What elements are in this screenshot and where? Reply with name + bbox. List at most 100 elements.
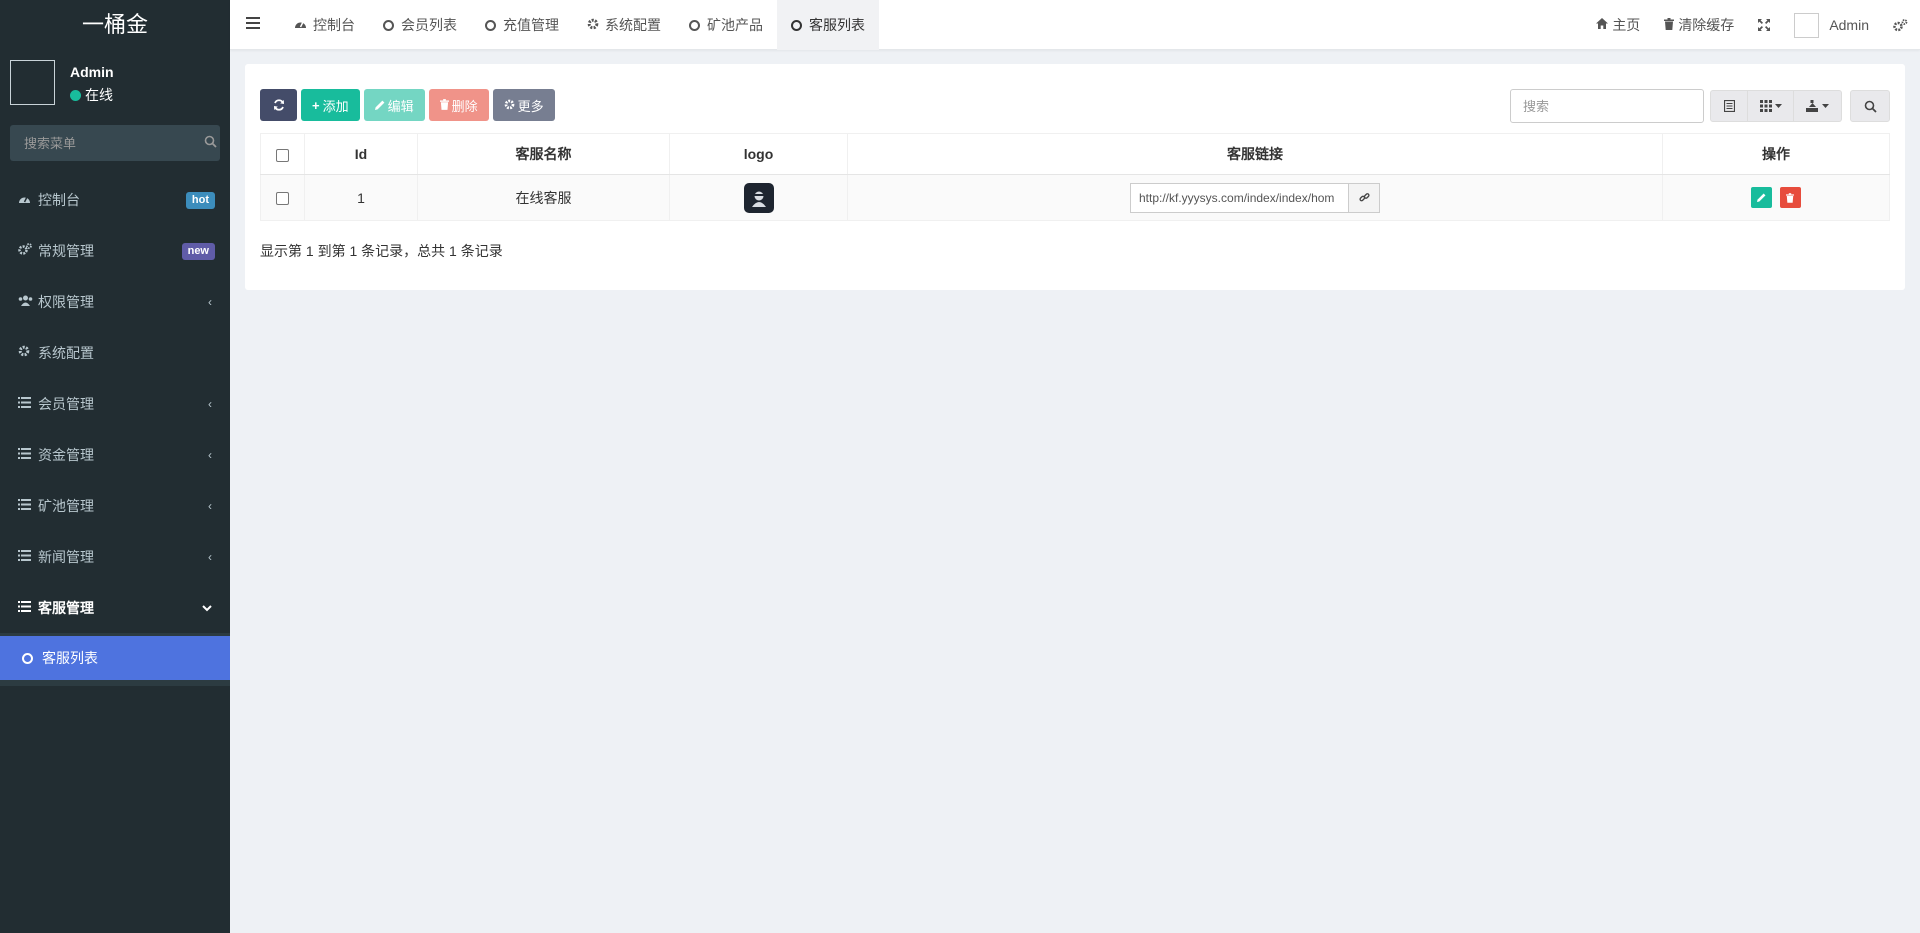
- circle-icon: [383, 19, 394, 31]
- menu-toggle-icon[interactable]: [246, 17, 260, 31]
- avatar: [1794, 12, 1820, 38]
- tab-service-list[interactable]: 客服列表: [777, 0, 879, 50]
- chevron-left-icon: ‹: [208, 549, 212, 564]
- user-status-label: 在线: [85, 87, 113, 103]
- columns-button[interactable]: [1748, 90, 1794, 122]
- select-all-checkbox[interactable]: [276, 148, 289, 162]
- user-status: 在线: [70, 85, 113, 105]
- refresh-icon: [273, 99, 284, 111]
- card-view-icon: [1723, 100, 1735, 112]
- advanced-search-button[interactable]: [1850, 90, 1890, 122]
- dashboard-icon: [294, 18, 307, 32]
- sidebar-item-permissions[interactable]: 权限管理 ‹: [0, 276, 230, 327]
- service-link-field[interactable]: [1130, 182, 1348, 213]
- sidebar-item-members[interactable]: 会员管理 ‹: [0, 378, 230, 429]
- admin-menu[interactable]: Admin: [1782, 0, 1881, 50]
- trash-icon: [1786, 192, 1795, 203]
- open-link-button[interactable]: [1348, 182, 1380, 213]
- nav-tabs: 控制台 会员列表 充值管理 系统配置 矿池产品 客服列表: [280, 0, 879, 50]
- gear-icon: [18, 345, 38, 360]
- col-header-name[interactable]: 客服名称: [417, 133, 670, 175]
- gear-icon: [504, 98, 515, 113]
- list-icon: [18, 447, 38, 462]
- clear-cache-button[interactable]: 清除缓存: [1652, 0, 1746, 50]
- plus-icon: +: [312, 97, 320, 113]
- top-right-tools: 主页 清除缓存 Admin: [1584, 0, 1920, 50]
- trash-icon: [1664, 17, 1675, 33]
- sidebar-subitem-service-list[interactable]: 客服列表: [0, 636, 230, 680]
- home-link[interactable]: 主页: [1584, 0, 1652, 50]
- tab-system-config[interactable]: 系统配置: [573, 0, 675, 50]
- sidebar-item-funds[interactable]: 资金管理 ‹: [0, 429, 230, 480]
- chevron-left-icon: ‹: [208, 294, 212, 309]
- service-table: Id 客服名称 logo 客服链接 操作 1 在线客服: [260, 133, 1890, 221]
- trash-icon: [439, 98, 449, 113]
- sidebar-menu: 控制台 hot 常规管理 new 权限管理 ‹ 系统配置 会员管理 ‹ 资金管理…: [0, 174, 230, 686]
- table-row[interactable]: 1 在线客服: [260, 174, 1890, 221]
- export-icon: [1806, 100, 1818, 112]
- delete-button[interactable]: 删除: [428, 89, 489, 121]
- sidebar-search-input[interactable]: [10, 135, 200, 151]
- refresh-button[interactable]: [260, 89, 297, 121]
- pencil-icon: [374, 98, 385, 113]
- tab-dashboard[interactable]: 控制台: [280, 0, 369, 50]
- cell-link: [847, 174, 1663, 221]
- list-icon: [18, 396, 38, 411]
- sidebar-item-news[interactable]: 新闻管理 ‹: [0, 531, 230, 582]
- settings-cogs-icon[interactable]: [1881, 0, 1920, 50]
- sidebar: 一桶金 Admin 在线 控制台 hot 常规管理 new: [0, 0, 230, 933]
- col-header-id[interactable]: Id: [304, 133, 418, 175]
- brand-logo[interactable]: 一桶金: [0, 0, 230, 50]
- row-edit-button[interactable]: [1751, 187, 1773, 208]
- cell-actions: [1662, 174, 1890, 221]
- sidebar-item-system-config[interactable]: 系统配置: [0, 327, 230, 378]
- sidebar-item-general[interactable]: 常规管理 new: [0, 225, 230, 276]
- toggle-view-button[interactable]: [1710, 90, 1748, 122]
- sidebar-item-mining-pool[interactable]: 矿池管理 ‹: [0, 480, 230, 531]
- row-delete-button[interactable]: [1779, 187, 1801, 208]
- link-input-group: [1130, 182, 1380, 213]
- link-icon: [1358, 193, 1370, 202]
- tab-mining-products[interactable]: 矿池产品: [675, 0, 777, 50]
- cogs-icon: [18, 243, 38, 258]
- gear-icon: [587, 18, 599, 33]
- chevron-down-icon: [202, 601, 212, 615]
- service-logo-image[interactable]: [743, 182, 774, 213]
- search-icon[interactable]: [200, 135, 220, 151]
- circle-icon: [689, 19, 700, 31]
- table-header-row: Id 客服名称 logo 客服链接 操作: [260, 133, 1890, 175]
- row-select-cell: [260, 174, 305, 221]
- add-button[interactable]: + 添加: [301, 89, 360, 121]
- pencil-icon: [1757, 193, 1766, 202]
- list-icon: [18, 600, 38, 615]
- caret-down-icon: [1774, 104, 1782, 108]
- edit-button[interactable]: 编辑: [363, 89, 425, 121]
- cell-id: 1: [304, 174, 418, 221]
- content-panel: + 添加 编辑 删除 更多 搜索 Id 客服名称 logo 客服链接 操作 1 …: [245, 64, 1905, 290]
- tab-member-list[interactable]: 会员列表: [369, 0, 471, 50]
- chevron-left-icon: ‹: [208, 447, 212, 462]
- group-icon: [18, 295, 38, 309]
- chevron-left-icon: ‹: [208, 396, 212, 411]
- fullscreen-icon[interactable]: [1746, 0, 1782, 50]
- table-view-tools: [1710, 90, 1842, 122]
- pagination-info: 显示第 1 到第 1 条记录，总共 1 条记录: [260, 243, 503, 259]
- row-checkbox[interactable]: [276, 192, 289, 206]
- circle-icon: [485, 19, 496, 31]
- col-header-logo[interactable]: logo: [669, 133, 848, 175]
- sidebar-item-customer-service[interactable]: 客服管理: [0, 582, 230, 633]
- col-header-link[interactable]: 客服链接: [847, 133, 1663, 175]
- user-name: Admin: [70, 64, 114, 80]
- export-button[interactable]: [1794, 90, 1842, 122]
- cell-logo: [669, 174, 848, 221]
- user-avatar: [10, 60, 55, 105]
- tab-recharge[interactable]: 充值管理: [471, 0, 573, 50]
- sidebar-item-dashboard[interactable]: 控制台 hot: [0, 174, 230, 225]
- top-navbar: 控制台 会员列表 充值管理 系统配置 矿池产品 客服列表 主页 清除缓存 Adm…: [230, 0, 1920, 50]
- cell-name: 在线客服: [417, 174, 670, 221]
- home-icon: [1596, 18, 1609, 32]
- dashboard-icon: [18, 193, 38, 207]
- new-badge: new: [181, 243, 215, 260]
- more-button[interactable]: 更多: [492, 89, 555, 121]
- table-search-input[interactable]: [1510, 89, 1704, 123]
